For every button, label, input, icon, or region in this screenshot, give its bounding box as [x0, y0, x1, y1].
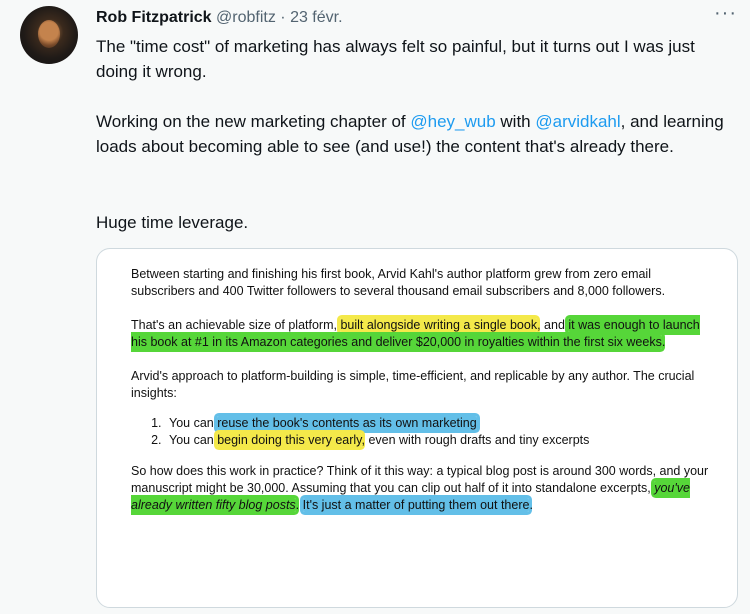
- list-item-text: You can: [169, 416, 218, 430]
- tweet-date[interactable]: 23 févr.: [290, 9, 342, 26]
- mention-arvidkahl[interactable]: @arvidkahl: [535, 112, 620, 131]
- author-handle[interactable]: @robfitz: [216, 9, 276, 26]
- avatar[interactable]: [20, 6, 78, 64]
- tweet-header: Rob Fitzpatrick @robfitz · 23 févr.: [96, 8, 343, 28]
- tweet[interactable]: Rob Fitzpatrick @robfitz · 23 févr. ··· …: [0, 0, 750, 614]
- excerpt-text: .: [661, 335, 666, 349]
- list-item-text: , even with rough drafts and tiny excerp…: [361, 433, 590, 447]
- excerpt-text: .: [529, 498, 533, 512]
- author-name[interactable]: Rob Fitzpatrick: [96, 9, 212, 26]
- excerpt-text: That's an achievable size of platform,: [131, 318, 341, 332]
- excerpt-paragraph-3: Arvid's approach to platform-building is…: [131, 369, 695, 400]
- tweet-text-paragraph-1: The "time cost" of marketing has always …: [96, 37, 695, 81]
- list-item: You can begin doing this very early, eve…: [165, 432, 711, 449]
- excerpt-text: So how does this work in practice? Think…: [131, 464, 709, 495]
- avatar-face: [38, 20, 60, 48]
- highlight-yellow: built alongside writing a single book: [340, 318, 538, 332]
- highlight-blue: It's just a matter of putting them out t…: [302, 498, 530, 512]
- tweet-text: Working on the new marketing chapter of: [96, 112, 411, 131]
- excerpt-text: .: [295, 498, 303, 512]
- book-excerpt: Between starting and finishing his first…: [131, 266, 711, 531]
- mention-hey-wub[interactable]: @hey_wub: [410, 112, 495, 131]
- excerpt-paragraph-2: That's an achievable size of platform, b…: [131, 317, 711, 351]
- tweet-text: with: [495, 112, 536, 131]
- tweet-text-paragraph-3: Huge time leverage.: [96, 213, 249, 232]
- separator: ·: [280, 9, 286, 26]
- highlight-blue: reuse the book's contents as its own mar…: [217, 416, 477, 430]
- list-item-text: You can: [169, 433, 218, 447]
- list-item: You can reuse the book's contents as its…: [165, 415, 711, 432]
- attached-image[interactable]: Between starting and finishing his first…: [96, 248, 738, 608]
- tweet-text-paragraph-2: Working on the new marketing chapter of …: [96, 109, 736, 159]
- excerpt-text: , and: [537, 318, 569, 332]
- insights-list: You can reuse the book's contents as its…: [131, 415, 711, 449]
- excerpt-paragraph-4: So how does this work in practice? Think…: [131, 463, 711, 514]
- more-options-icon[interactable]: ···: [714, 2, 737, 25]
- excerpt-paragraph-1: Between starting and finishing his first…: [131, 267, 666, 298]
- highlight-yellow: begin doing this very early: [217, 433, 362, 447]
